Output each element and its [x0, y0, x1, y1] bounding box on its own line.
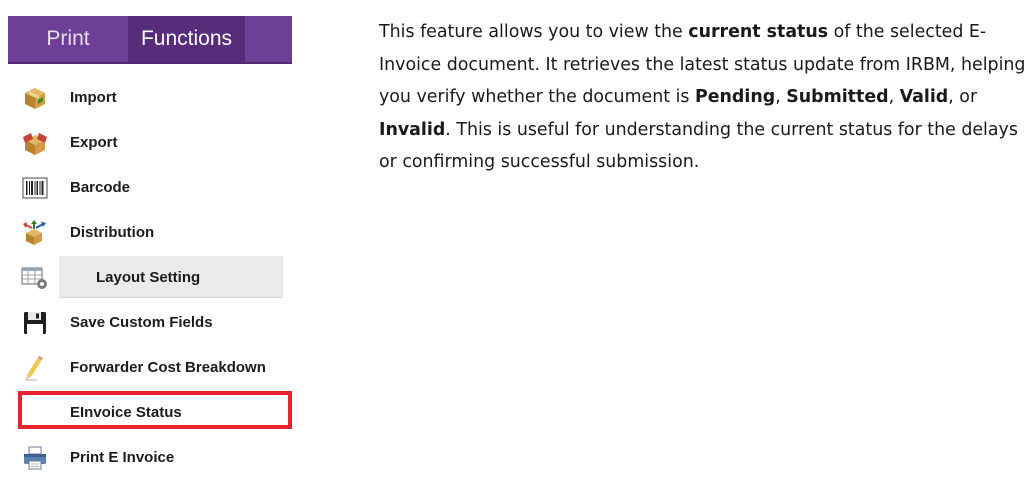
menu-item-label: EInvoice Status [70, 404, 182, 421]
menu-item-print-e-invoice[interactable]: Print E Invoice [8, 435, 292, 480]
menu-item-label: Distribution [70, 224, 155, 241]
layout-grid-gear-icon [21, 265, 49, 291]
menu-item-export[interactable]: Export [8, 120, 292, 165]
pencil-icon [21, 355, 49, 381]
feature-description: This feature allows you to view the curr… [379, 22, 1026, 172]
menu-item-import[interactable]: Import [8, 75, 292, 120]
menu-item-label: Export [70, 134, 118, 151]
menu-item-forwarder-cost-breakdown[interactable]: Forwarder Cost Breakdown [8, 345, 292, 390]
page: Print Functions Import Export Barcode Di… [0, 0, 1033, 483]
distribution-icon [21, 220, 49, 246]
tab-functions[interactable]: Functions [128, 16, 245, 62]
menu-item-label: Save Custom Fields [70, 314, 213, 331]
menu-item-label: Barcode [70, 179, 131, 196]
tab-bar: Print Functions [8, 16, 292, 64]
functions-menu: Import Export Barcode Distribution Layou… [8, 75, 292, 480]
menu-item-label: Forwarder Cost Breakdown [70, 359, 266, 376]
menu-item-label: Layout Setting [96, 269, 201, 286]
menu-item-layout-setting[interactable]: Layout Setting [8, 255, 292, 300]
menu-item-einvoice-status[interactable]: EInvoice Status [8, 390, 292, 435]
menu-item-label: Print E Invoice [70, 449, 175, 466]
export-box-icon [21, 130, 49, 156]
menu-item-label: Import [70, 89, 117, 106]
import-box-icon [21, 85, 49, 111]
functions-panel: Print Functions Import Export Barcode Di… [8, 16, 292, 483]
floppy-disk-icon [21, 310, 49, 336]
printer-icon [21, 445, 49, 471]
menu-item-barcode[interactable]: Barcode [8, 165, 292, 210]
tab-print[interactable]: Print [8, 16, 128, 62]
menu-item-distribution[interactable]: Distribution [8, 210, 292, 255]
menu-item-save-custom-fields[interactable]: Save Custom Fields [8, 300, 292, 345]
barcode-icon [21, 175, 49, 201]
